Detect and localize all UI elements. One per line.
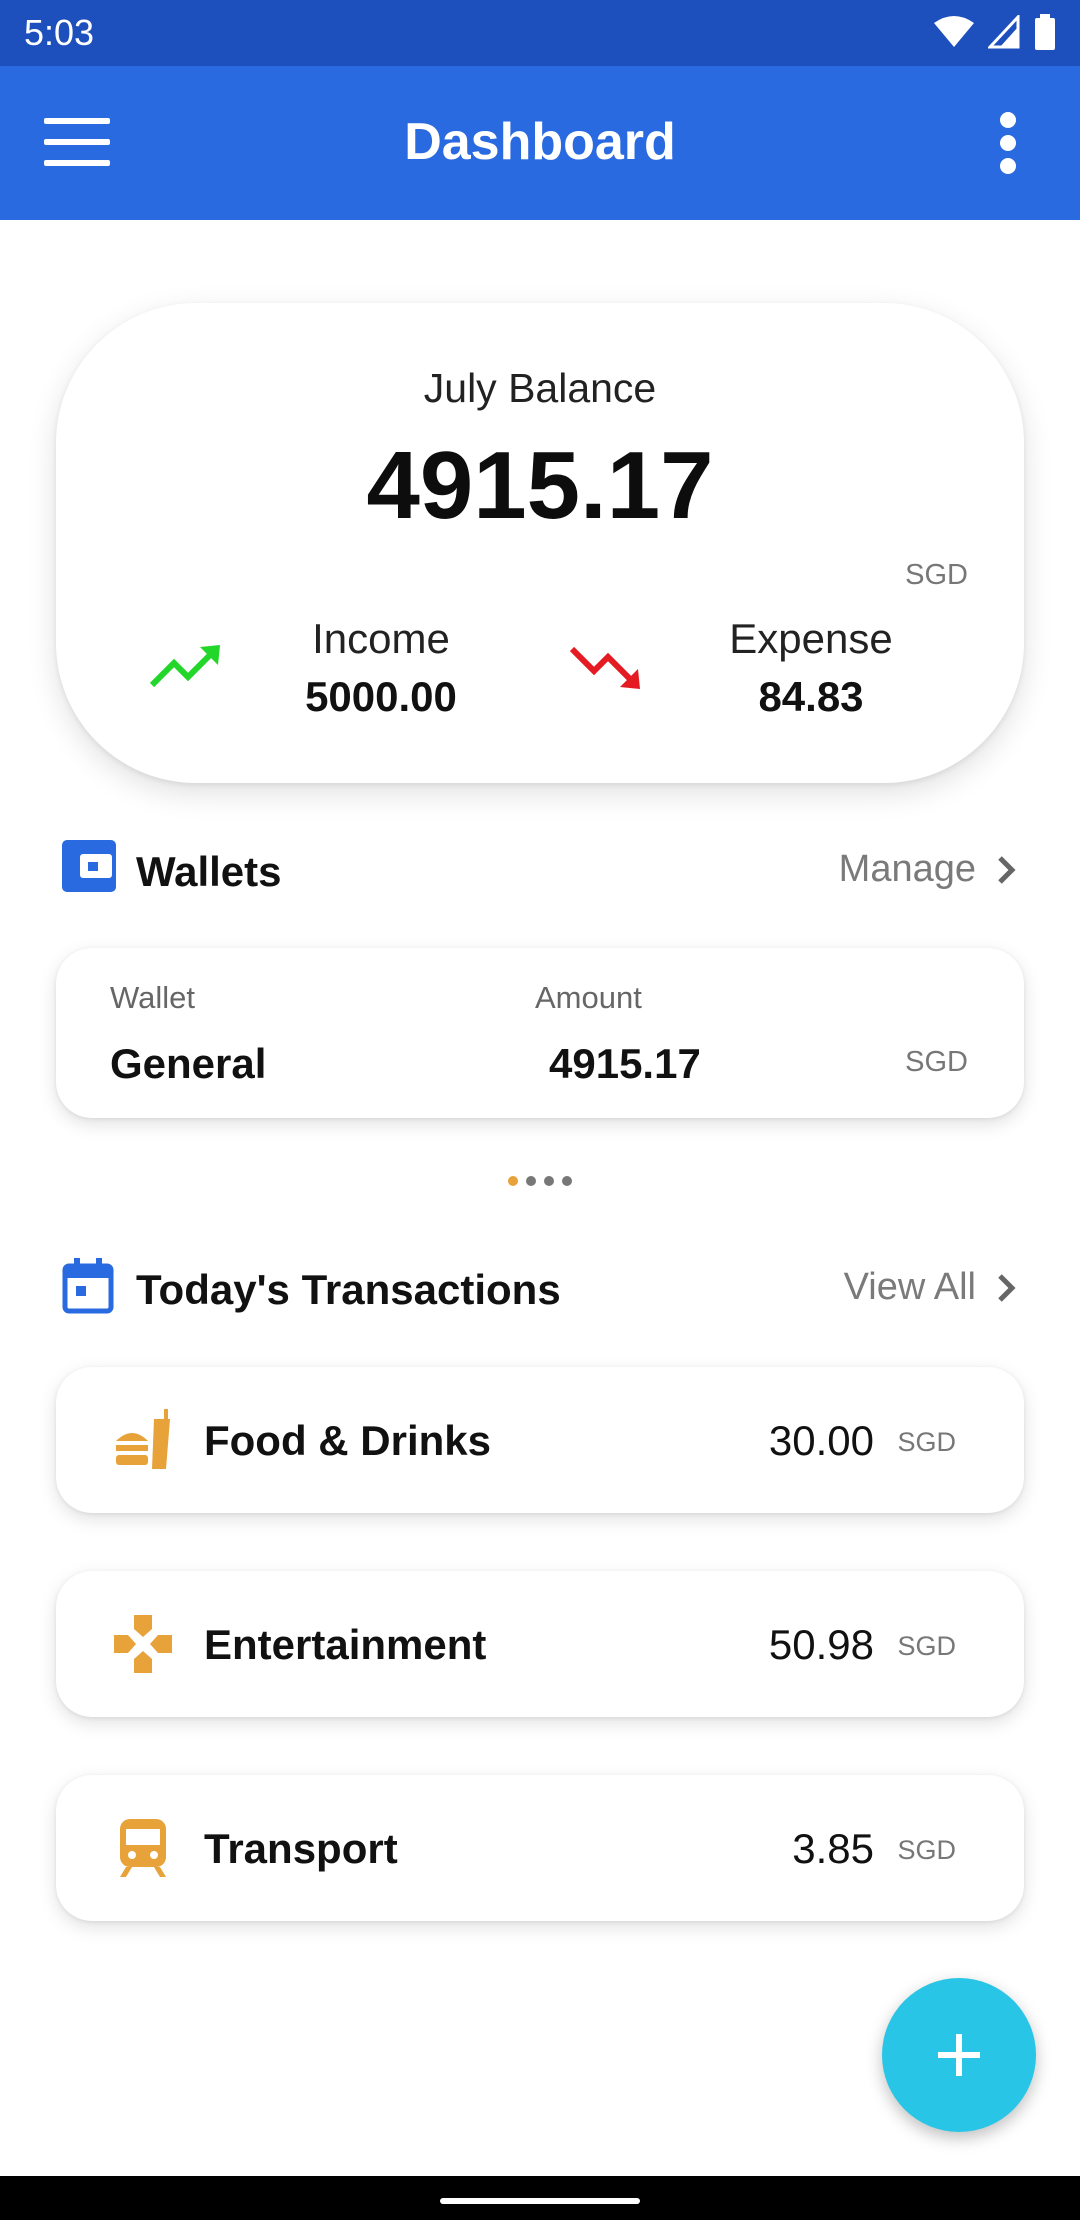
pager-dots [0,1176,1080,1186]
transaction-category: Entertainment [204,1621,487,1668]
balance-card: July Balance 4915.17 SGD Income 5000.00 … [56,303,1024,783]
transaction-amount: 50.98 [768,1621,874,1668]
trending-down-icon [569,646,640,689]
amount-column-label: Amount [535,980,642,1015]
expense-value: 84.83 [758,673,864,720]
view-all-link[interactable]: View All [844,1266,976,1309]
expense-stat: Expense 84.83 [656,615,966,721]
transaction-category: Food & Drinks [204,1417,492,1464]
status-time: 5:03 [24,12,95,53]
transactions-header: Today's Transactions View All [62,1258,1018,1318]
income-label: Income [312,615,450,662]
wallets-title: Wallets [136,848,282,895]
manage-wallets-link[interactable]: Manage [839,848,976,891]
pager-dot [508,1176,518,1186]
status-bar: 5:03 [0,0,1080,66]
transaction-card[interactable]: Transport 3.85 SGD [56,1775,1024,1921]
status-icons [934,14,1056,50]
transaction-card[interactable]: Food & Drinks 30.00 SGD [56,1367,1024,1513]
transaction-amount: 3.85 [792,1825,874,1872]
pager-dot [544,1176,554,1186]
food-drinks-icon [116,1409,170,1469]
wallet-amount: 4915.17 [549,1040,701,1087]
wallets-header: Wallets Manage [62,840,1018,900]
transactions-title: Today's Transactions [136,1266,561,1313]
wallet-card[interactable]: Wallet Amount General 4915.17 SGD [56,948,1024,1118]
calendar-icon [62,1258,114,1314]
transaction-currency: SGD [897,1835,956,1865]
add-transaction-button[interactable] [882,1978,1036,2132]
wallet-icon [62,840,116,892]
wallet-name: General [110,1040,267,1087]
battery-icon [1035,14,1055,50]
income-stat: Income 5000.00 [246,615,516,721]
income-value: 5000.00 [305,673,457,720]
more-options-icon[interactable] [998,112,1018,174]
balance-currency: SGD [905,559,968,591]
balance-label: July Balance [423,365,657,411]
transaction-amount: 30.00 [768,1417,874,1464]
chevron-right-icon[interactable] [994,852,1018,888]
transaction-category: Transport [204,1825,398,1872]
transaction-currency: SGD [897,1631,956,1661]
app-bar: Dashboard [0,66,1080,220]
pager-dot [526,1176,536,1186]
page-title: Dashboard [404,113,676,171]
train-icon [120,1819,166,1877]
wallet-currency: SGD [905,1046,968,1078]
gamepad-icon [114,1615,172,1673]
pager-dot [562,1176,572,1186]
expense-label: Expense [729,615,893,662]
cellular-signal-icon [988,15,1020,49]
system-navigation-bar [0,2176,1080,2220]
transaction-currency: SGD [897,1427,956,1457]
trending-up-icon [149,645,220,688]
home-gesture-handle[interactable] [440,2198,640,2204]
wifi-icon [934,16,974,47]
balance-amount: 4915.17 [366,432,714,539]
transaction-card[interactable]: Entertainment 50.98 SGD [56,1571,1024,1717]
chevron-right-icon[interactable] [994,1270,1018,1306]
wallet-column-label: Wallet [110,980,195,1015]
